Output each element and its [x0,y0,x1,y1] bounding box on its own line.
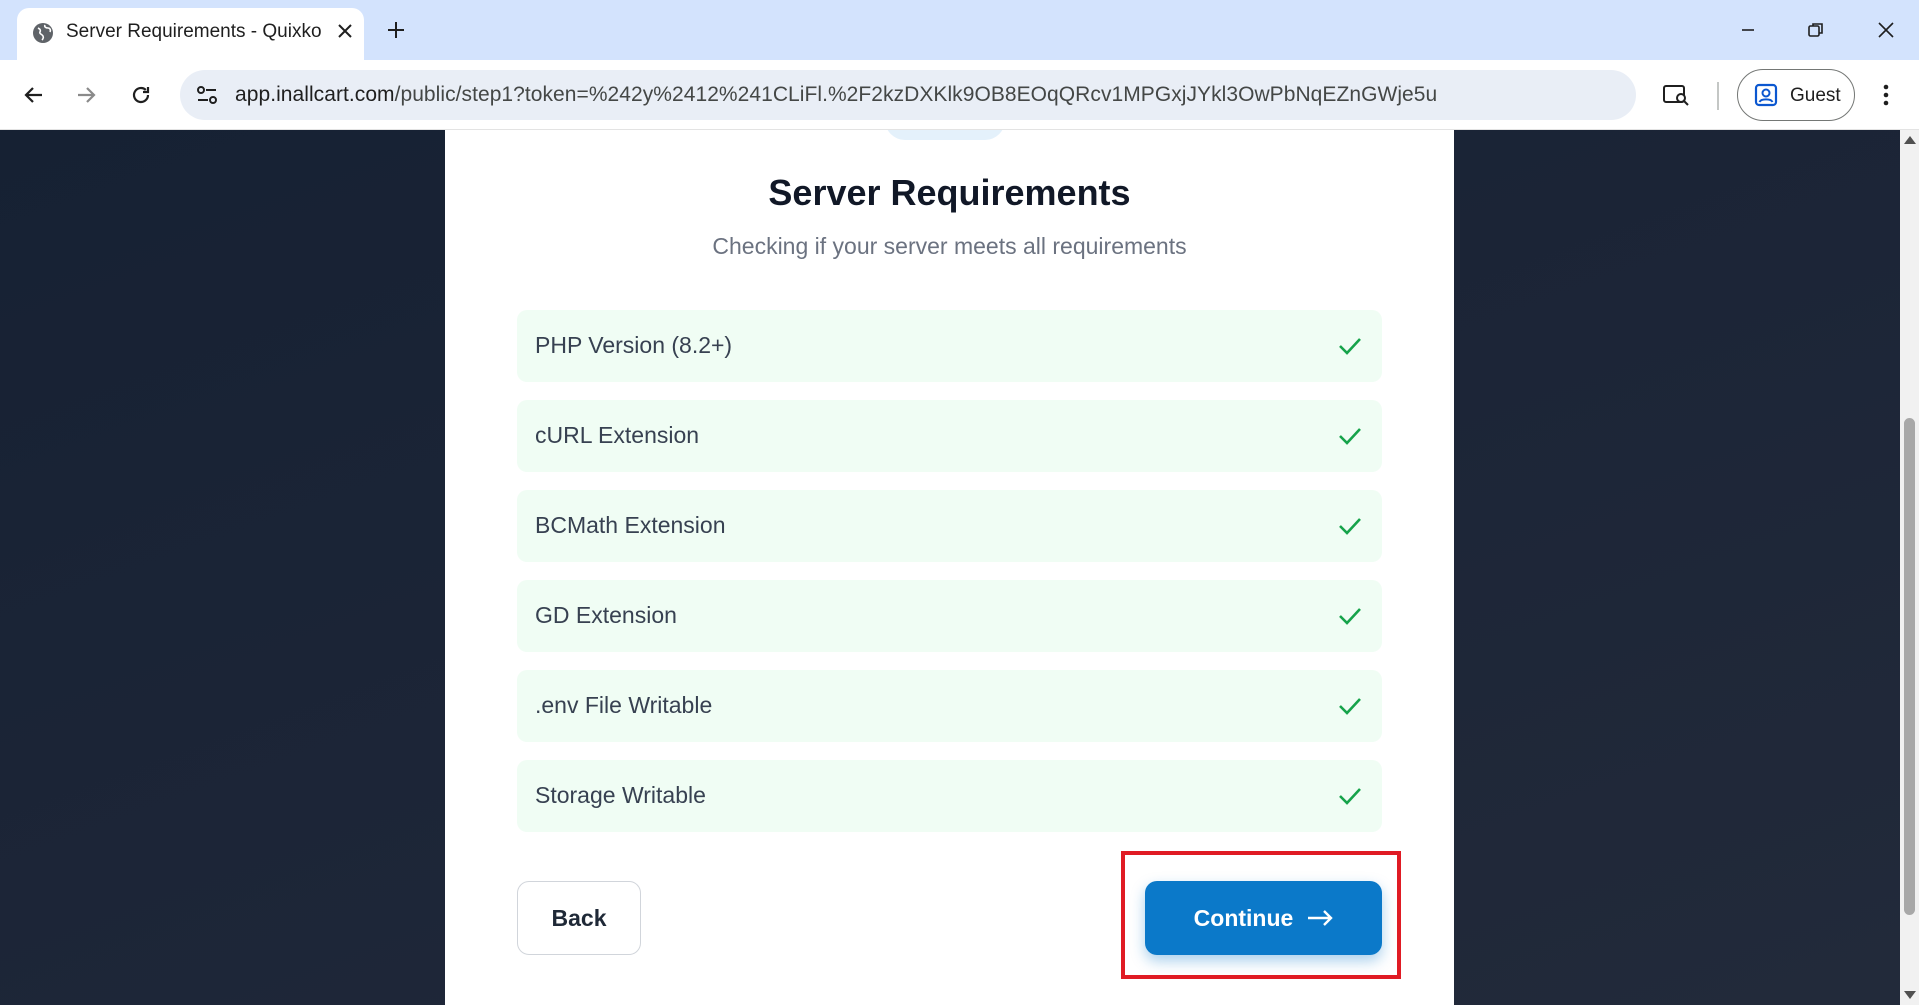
page-subtitle: Checking if your server meets all requir… [712,233,1187,259]
address-bar[interactable]: app.inallcart.com/public/step1?token=%24… [180,70,1636,120]
back-arrow-icon[interactable] [14,75,54,115]
reload-icon[interactable] [121,75,161,115]
restore-icon[interactable] [1796,10,1836,50]
check-icon [1339,428,1361,445]
check-icon [1339,608,1361,625]
browser-tabstrip: Server Requirements - Quixko [0,0,1919,60]
requirement-label: cURL Extension [535,422,700,448]
toolbar-divider [1717,82,1719,110]
browser-tab[interactable]: Server Requirements - Quixko [17,8,364,60]
globe-icon [33,23,53,43]
menu-kebab-icon[interactable] [1866,75,1906,115]
new-tab-button[interactable] [380,14,412,46]
close-window-icon[interactable] [1866,10,1906,50]
back-button[interactable]: Back [517,881,641,955]
profile-button[interactable]: Guest [1737,69,1855,121]
requirement-label: .env File Writable [535,692,713,718]
back-button-label: Back [551,904,607,931]
guest-profile-icon [1754,83,1778,107]
scroll-up-arrow-icon[interactable] [1904,136,1916,144]
requirement-row: PHP Version (8.2+) [517,310,1382,382]
tab-title: Server Requirements - Quixko [66,21,322,42]
check-icon [1339,518,1361,535]
check-icon [1339,338,1361,355]
url-path: /public/step1?token=%242y%2412%241CLiFl.… [394,83,1438,106]
requirement-label: Storage Writable [535,782,706,808]
requirement-row: GD Extension [517,580,1382,652]
url-text: app.inallcart.com/public/step1?token=%24… [235,83,1437,107]
site-settings-icon[interactable] [194,82,220,108]
check-icon [1339,788,1361,805]
check-icon [1339,698,1361,715]
requirement-row: .env File Writable [517,670,1382,742]
requirement-label: PHP Version (8.2+) [535,332,733,358]
minimize-icon[interactable] [1728,10,1768,50]
forward-arrow-icon[interactable] [66,75,106,115]
tab-close-icon[interactable] [332,18,358,44]
browser-toolbar: app.inallcart.com/public/step1?token=%24… [0,60,1919,130]
search-tabs-icon[interactable] [1656,75,1696,115]
step-indicator [885,130,1005,140]
page-title: Server Requirements [768,172,1131,213]
requirement-row: Storage Writable [517,760,1382,832]
page-viewport: Server Requirements Checking if your ser… [0,130,1900,1005]
requirement-label: BCMath Extension [535,512,726,538]
page-scrollbar[interactable] [1900,130,1919,1005]
requirement-row: BCMath Extension [517,490,1382,562]
url-host: app.inallcart.com [235,83,395,106]
profile-label: Guest [1790,85,1841,106]
requirement-row: cURL Extension [517,400,1382,472]
continue-highlight-box [1121,851,1401,979]
scrollbar-thumb[interactable] [1904,418,1915,915]
requirement-label: GD Extension [535,602,677,628]
scroll-down-arrow-icon[interactable] [1904,991,1916,999]
